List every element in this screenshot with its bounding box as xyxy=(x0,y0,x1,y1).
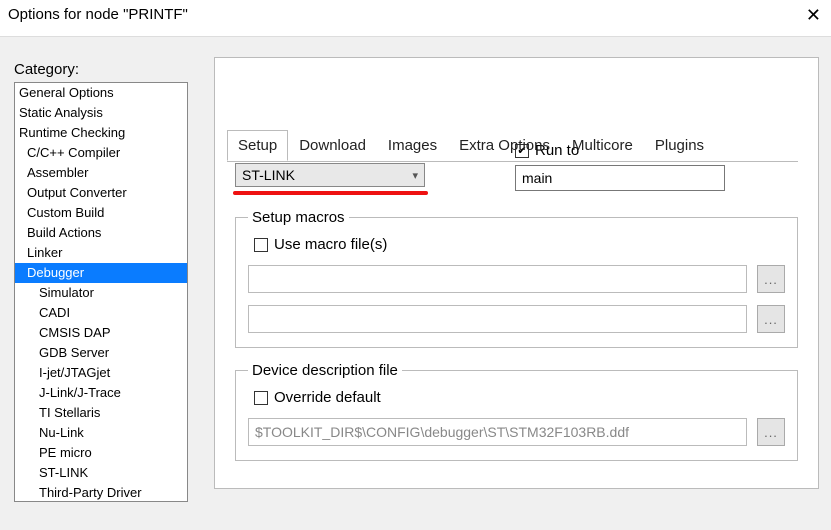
ddf-group: Device description file Override default… xyxy=(235,362,798,461)
category-item[interactable]: Nu-Link xyxy=(15,423,187,443)
category-item[interactable]: General Options xyxy=(15,83,187,103)
browse-button-1[interactable]: ... xyxy=(757,265,785,293)
category-item[interactable]: Simulator xyxy=(15,283,187,303)
tab-plugins[interactable]: Plugins xyxy=(644,130,715,161)
chevron-down-icon: ▾ xyxy=(412,169,418,182)
category-item[interactable]: TI Stellaris xyxy=(15,403,187,423)
category-label: Category: xyxy=(14,61,188,78)
override-default-label: Override default xyxy=(274,389,381,406)
override-default-checkbox[interactable] xyxy=(254,391,268,405)
category-item[interactable]: Build Actions xyxy=(15,223,187,243)
category-item[interactable]: J-Link/J-Trace xyxy=(15,383,187,403)
macro-file-input-1[interactable] xyxy=(248,265,747,293)
category-item[interactable]: Linker xyxy=(15,243,187,263)
category-item[interactable]: CMSIS DAP xyxy=(15,323,187,343)
window-title: Options for node "PRINTF" xyxy=(8,6,188,23)
category-item[interactable]: CADI xyxy=(15,303,187,323)
use-macro-checkbox[interactable] xyxy=(254,238,268,252)
category-item[interactable]: Custom Build xyxy=(15,203,187,223)
annotation-underline xyxy=(233,191,428,195)
category-item[interactable]: Runtime Checking xyxy=(15,123,187,143)
category-item[interactable]: I-jet/JTAGjet xyxy=(15,363,187,383)
category-item[interactable]: Static Analysis xyxy=(15,103,187,123)
browse-button-ddf[interactable]: ... xyxy=(757,418,785,446)
tab-strip: SetupDownloadImagesExtra OptionsMulticor… xyxy=(227,130,715,161)
category-item[interactable]: PE micro xyxy=(15,443,187,463)
category-item[interactable]: Third-Party Driver xyxy=(15,483,187,502)
ddf-path-input[interactable]: $TOOLKIT_DIR$\CONFIG\debugger\ST\STM32F1… xyxy=(248,418,747,446)
category-item[interactable]: Debugger xyxy=(15,263,187,283)
tab-setup[interactable]: Setup xyxy=(227,130,288,161)
category-item[interactable]: Assembler xyxy=(15,163,187,183)
ddf-legend: Device description file xyxy=(248,362,402,379)
ellipsis-icon: ... xyxy=(764,312,778,327)
browse-button-2[interactable]: ... xyxy=(757,305,785,333)
tab-download[interactable]: Download xyxy=(288,130,377,161)
close-icon[interactable]: ✕ xyxy=(806,6,821,24)
macro-file-input-2[interactable] xyxy=(248,305,747,333)
run-to-input[interactable] xyxy=(515,165,725,191)
tab-extra-options[interactable]: Extra Options xyxy=(448,130,561,161)
category-item[interactable]: Output Converter xyxy=(15,183,187,203)
ellipsis-icon: ... xyxy=(764,425,778,440)
use-macro-label: Use macro file(s) xyxy=(274,236,387,253)
category-list[interactable]: General OptionsStatic AnalysisRuntime Ch… xyxy=(14,82,188,502)
category-item[interactable]: GDB Server xyxy=(15,343,187,363)
category-item[interactable]: C/C++ Compiler xyxy=(15,143,187,163)
category-item[interactable]: ST-LINK xyxy=(15,463,187,483)
tab-images[interactable]: Images xyxy=(377,130,448,161)
setup-macros-legend: Setup macros xyxy=(248,209,349,226)
ellipsis-icon: ... xyxy=(764,272,778,287)
driver-select-value: ST-LINK xyxy=(242,167,295,183)
tab-multicore[interactable]: Multicore xyxy=(561,130,644,161)
setup-macros-group: Setup macros Use macro file(s) ... ... xyxy=(235,209,798,348)
driver-select[interactable]: ST-LINK ▾ xyxy=(235,163,425,187)
settings-panel: SetupDownloadImagesExtra OptionsMulticor… xyxy=(214,57,819,489)
